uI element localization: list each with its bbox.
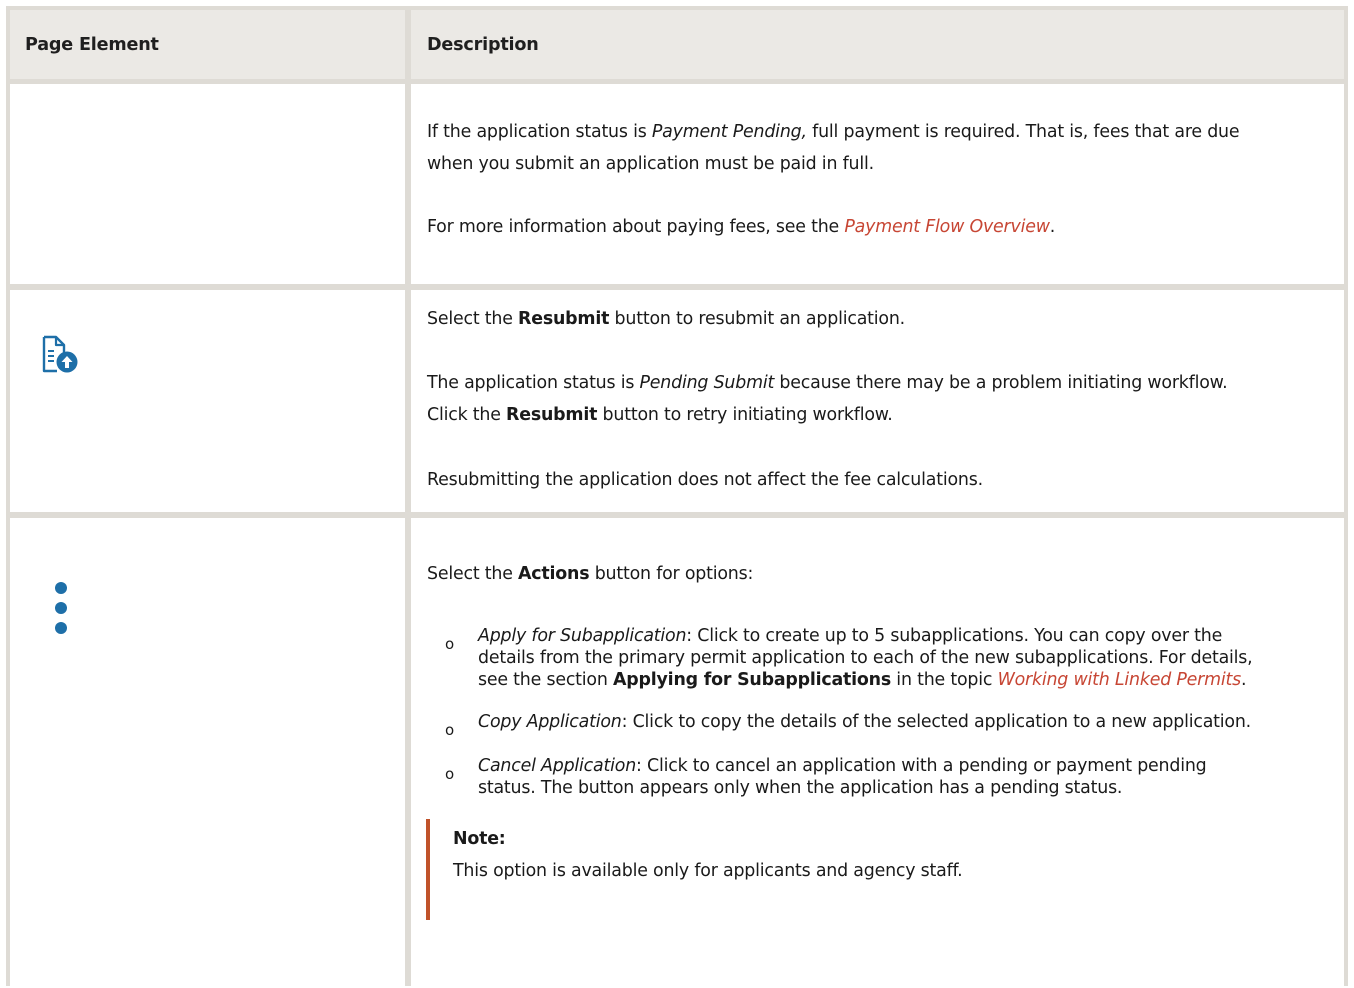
- row2-paragraph-2: The application status is Pending Submit…: [427, 373, 1228, 393]
- row2-paragraph-2-cont: Click the Resubmit button to retry initi…: [427, 405, 893, 425]
- row2-element-cell: [10, 290, 405, 512]
- row1-paragraph-1: If the application status is Payment Pen…: [427, 122, 1240, 142]
- header-description: Description: [427, 35, 539, 55]
- row3-description-cell: [411, 518, 1344, 988]
- note-title: Note:: [453, 829, 506, 849]
- payment-flow-overview-link[interactable]: Payment Flow Overview: [844, 217, 1050, 237]
- note-text: This option is available only for applic…: [453, 861, 963, 881]
- bullet: o: [445, 765, 454, 783]
- list-item-apply-for-subapplication: o Apply for Subapplication: Click to cre…: [445, 626, 1253, 690]
- row1-paragraph-1-cont: when you submit an application must be p…: [427, 154, 874, 174]
- document-upload-icon: [40, 335, 94, 375]
- row3-intro: Select the Actions button for options:: [427, 564, 754, 584]
- bullet: o: [445, 635, 454, 653]
- row1-element-cell: [10, 84, 405, 284]
- header-page-element: Page Element: [25, 35, 159, 55]
- list-item-copy-application: o Copy Application: Click to copy the de…: [445, 712, 1252, 739]
- row2-paragraph-1: Select the Resubmit button to resubmit a…: [427, 309, 905, 329]
- row2-paragraph-3: Resubmitting the application does not af…: [427, 470, 983, 490]
- note-accent-bar: [426, 819, 430, 920]
- header-cell-description: Description: [411, 10, 1344, 79]
- list-item-cancel-application: o Cancel Application: Click to cancel an…: [445, 756, 1207, 798]
- header-cell-page-element: Page Element: [10, 10, 405, 79]
- row3-element-cell: [10, 518, 405, 988]
- row1-description-cell: [411, 84, 1344, 284]
- working-with-linked-permits-link[interactable]: Working with Linked Permits: [998, 670, 1242, 690]
- row1-paragraph-2: For more information about paying fees, …: [427, 217, 1056, 237]
- more-vertical-icon: [53, 580, 69, 636]
- bullet: o: [445, 721, 454, 739]
